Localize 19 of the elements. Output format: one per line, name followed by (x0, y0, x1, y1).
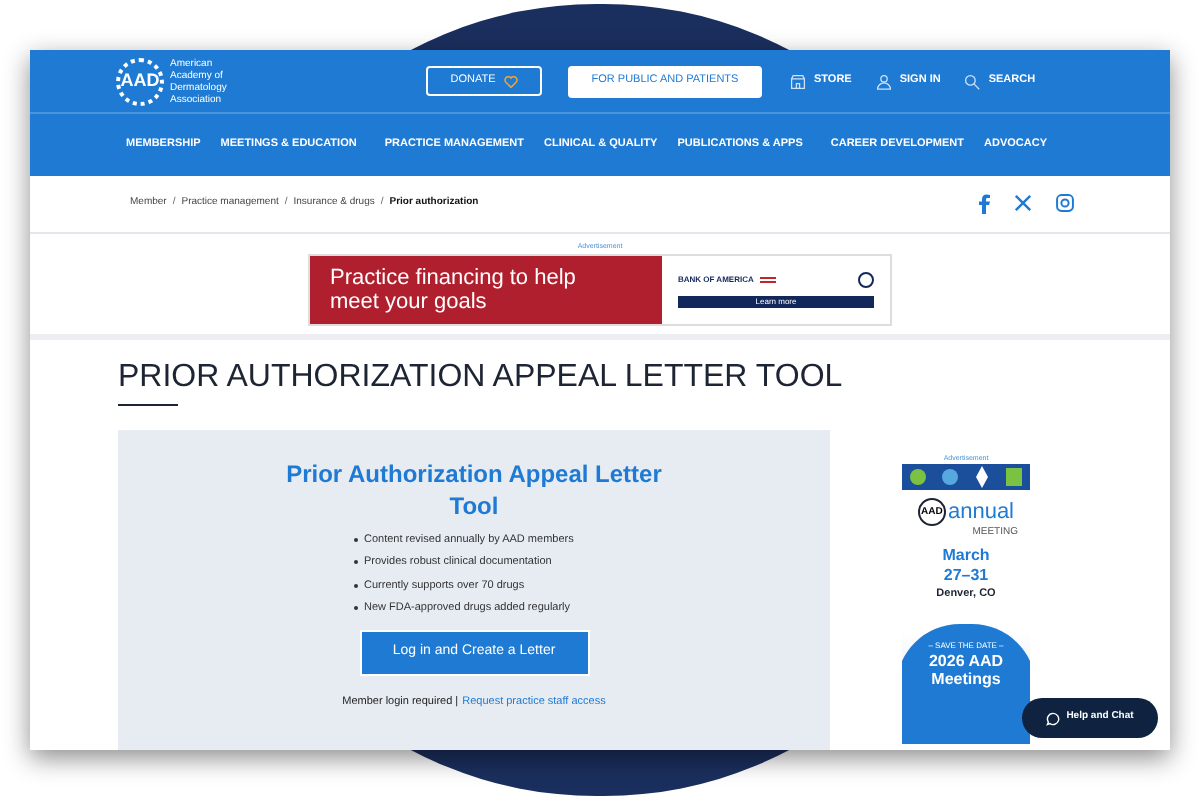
ad-headline: Practice financing to help meet your goals (330, 265, 578, 314)
x-icon[interactable] (1014, 194, 1032, 213)
store-icon (790, 73, 806, 89)
facebook-icon[interactable] (978, 193, 990, 214)
event-name: annual (947, 501, 1015, 524)
aad-seal-icon (858, 271, 874, 288)
event-days: 27–31 (943, 566, 989, 587)
search-icon (964, 73, 981, 89)
ad-headline: 2026 AAD Meetings (926, 651, 1006, 687)
event-month: March (942, 546, 990, 567)
card-title: Prior Authorization Appeal Letter Tool (284, 458, 664, 522)
logo-mark[interactable]: AAD (116, 57, 164, 105)
chat-bubble-icon (1046, 711, 1061, 725)
pattern-drawing (902, 464, 1030, 491)
page-title: PRIOR AUTHORIZATION APPEAL LETTER TOOL (118, 358, 843, 398)
user-icon (875, 73, 892, 89)
instagram-icon[interactable] (1056, 194, 1074, 213)
flag-icon (759, 275, 776, 284)
heart-icon (503, 75, 518, 87)
